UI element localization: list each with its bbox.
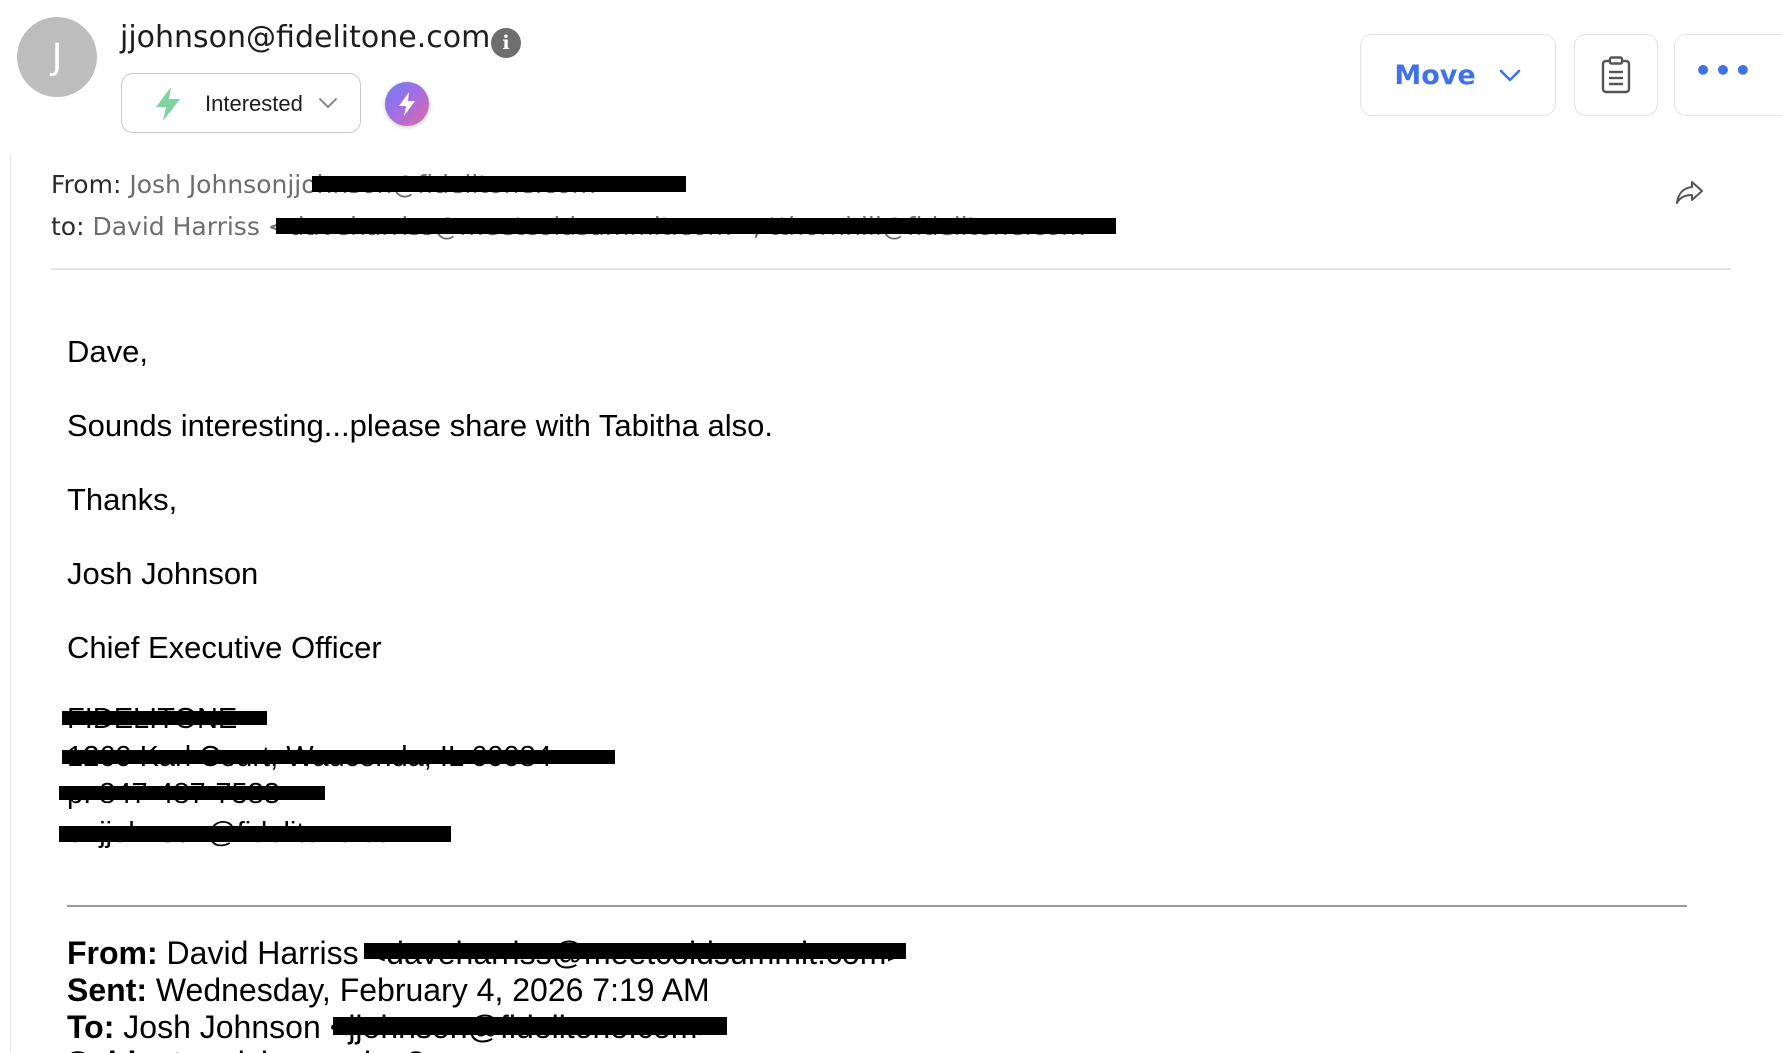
quoted-from-value: David Harriss (166, 935, 359, 971)
sender-email: jjohnson@fidelitone.com (120, 20, 491, 55)
signature-title: Chief Executive Officer (67, 630, 382, 665)
info-icon[interactable]: i (491, 28, 521, 58)
from-name: Josh Johnson (129, 170, 288, 199)
quoted-subject-value: quick question? (202, 1045, 424, 1053)
quoted-to-value: Josh Johnson (123, 1009, 321, 1045)
move-button-label: Move (1394, 59, 1476, 91)
quoted-sent-value: Wednesday, February 4, 2026 7:19 AM (155, 972, 710, 1008)
redaction-bar (59, 786, 325, 800)
to-prefix: to: (51, 212, 85, 241)
status-dropdown[interactable]: Interested (121, 73, 361, 133)
quoted-sent-label: Sent: (67, 972, 147, 1008)
ai-assist-icon[interactable] (385, 82, 429, 126)
move-button[interactable]: Move (1360, 34, 1556, 116)
quoted-subject: Subject: quick question? (67, 1045, 425, 1053)
avatar: J (17, 17, 97, 97)
redaction-bar (312, 176, 686, 192)
notes-button[interactable] (1574, 34, 1658, 116)
forward-icon[interactable] (1675, 178, 1705, 206)
more-icon: ••• (1694, 53, 1754, 87)
signature-name: Josh Johnson (67, 556, 259, 591)
chevron-down-icon (319, 98, 337, 108)
from-prefix: From: (51, 170, 122, 199)
greeting: Dave, (67, 334, 148, 369)
redaction-bar (62, 711, 267, 725)
clipboard-icon (1601, 56, 1631, 94)
redaction-bar (59, 826, 451, 842)
more-options-button[interactable]: ••• (1674, 34, 1782, 116)
lightning-icon (399, 92, 415, 116)
redaction-bar (333, 1017, 727, 1035)
email-header: J jjohnson@fidelitone.com i Interested M… (0, 0, 1782, 155)
quote-divider (67, 905, 1687, 907)
redaction-bar (276, 218, 1116, 234)
status-label: Interested (205, 91, 303, 116)
to-name: David Harriss (92, 212, 260, 241)
header-divider (51, 268, 1731, 270)
body-line: Sounds interesting...please share with T… (67, 408, 773, 443)
email-view: J jjohnson@fidelitone.com i Interested M… (0, 0, 1782, 1053)
lightning-icon (156, 87, 180, 121)
quoted-to-label: To: (67, 1009, 115, 1045)
redaction-bar (364, 943, 906, 959)
redaction-bar (62, 750, 615, 764)
quoted-sent: Sent: Wednesday, February 4, 2026 7:19 A… (67, 972, 710, 1009)
thanks-line: Thanks, (67, 482, 178, 517)
email-card (10, 155, 1782, 1053)
quoted-from-label: From: (67, 935, 158, 971)
chevron-down-icon (1499, 69, 1520, 82)
quoted-subject-label: Subject: (67, 1045, 193, 1053)
